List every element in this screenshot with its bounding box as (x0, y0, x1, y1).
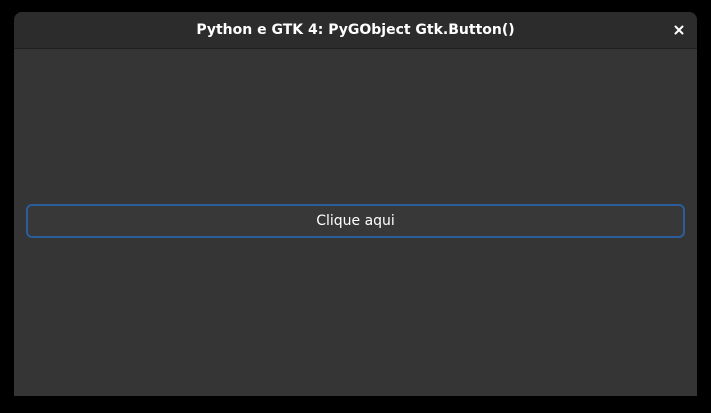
header-bar: Python e GTK 4: PyGObject Gtk.Button() (14, 12, 697, 49)
window-title: Python e GTK 4: PyGObject Gtk.Button() (196, 22, 515, 38)
clique-aqui-button[interactable]: Clique aqui (26, 204, 685, 238)
app-window: Python e GTK 4: PyGObject Gtk.Button() C… (14, 12, 697, 396)
window-content: Clique aqui (14, 49, 697, 396)
close-button[interactable] (667, 18, 691, 42)
close-icon (674, 25, 684, 35)
button-label: Clique aqui (316, 213, 395, 229)
